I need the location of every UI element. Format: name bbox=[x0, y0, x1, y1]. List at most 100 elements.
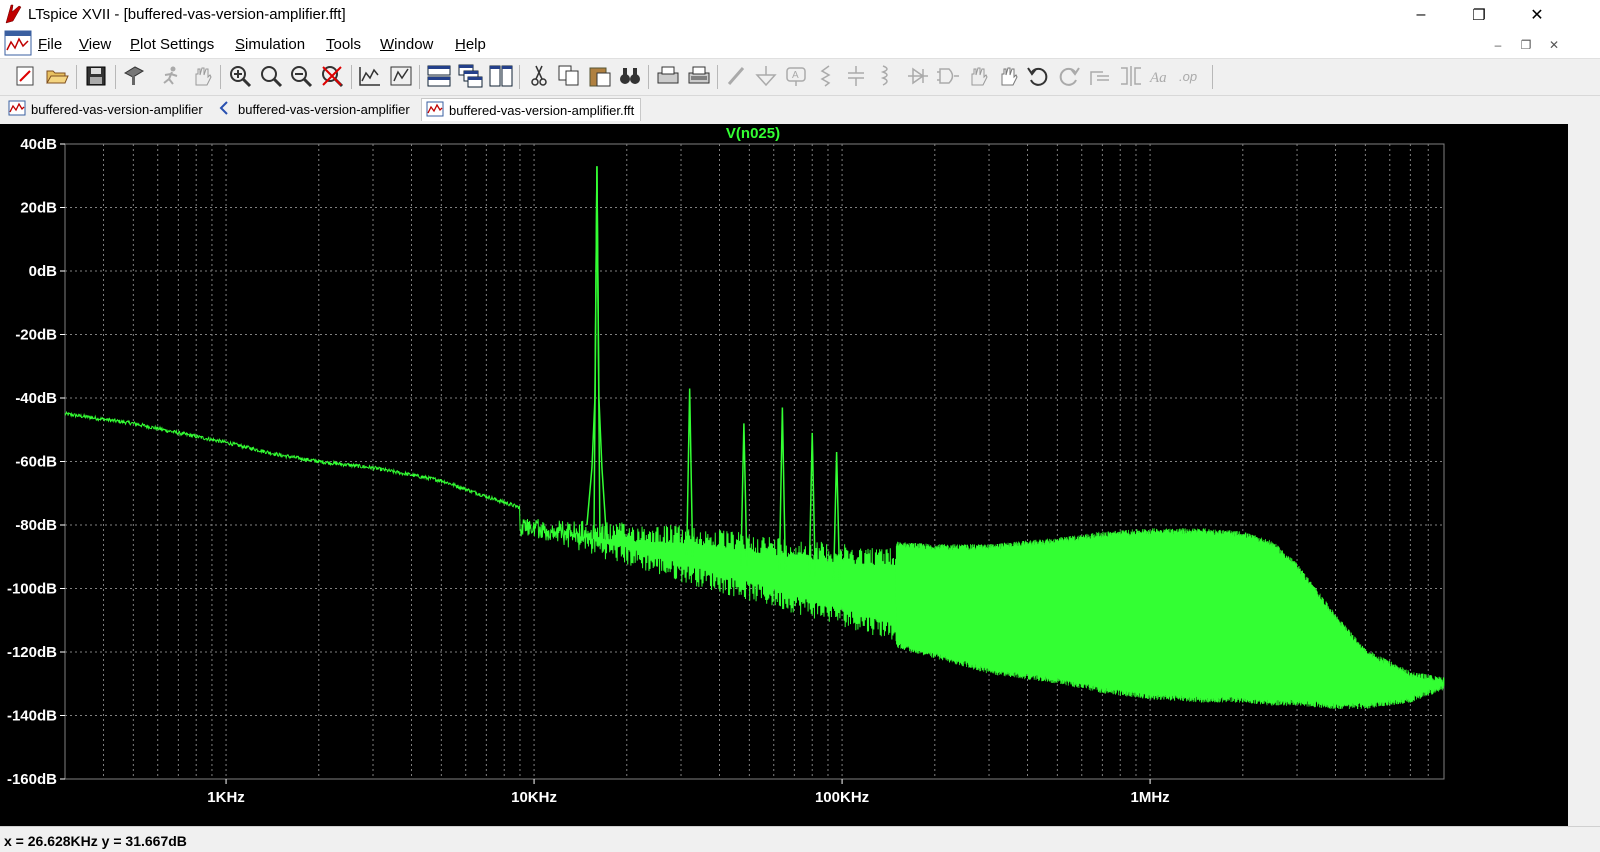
menu-help[interactable]: Help bbox=[455, 36, 486, 53]
component-button[interactable] bbox=[935, 63, 961, 89]
control-panel-icon bbox=[123, 66, 145, 85]
tab-waveform[interactable]: buffered-vas-version-amplifier bbox=[4, 98, 209, 120]
document-waveform-icon[interactable] bbox=[4, 30, 32, 61]
ground-button[interactable] bbox=[753, 63, 779, 89]
zoom-in-button[interactable] bbox=[227, 63, 253, 89]
capacitor-button[interactable] bbox=[843, 63, 869, 89]
spice-directive-icon: .op bbox=[1179, 69, 1197, 84]
tab-label: buffered-vas-version-amplifier.fft bbox=[449, 102, 635, 118]
redo-button[interactable] bbox=[1056, 63, 1082, 89]
drag-button[interactable] bbox=[995, 63, 1021, 89]
drag-icon bbox=[1001, 67, 1018, 86]
plot-settings-button[interactable] bbox=[388, 63, 414, 89]
y-tick-label: -60dB bbox=[15, 454, 57, 471]
status-bar: x = 26.628KHz y = 31.667dB bbox=[0, 826, 1600, 852]
label-net-button[interactable]: A bbox=[783, 63, 809, 89]
rotate-button[interactable] bbox=[1087, 63, 1113, 89]
tab-schematic[interactable]: buffered-vas-version-amplifier bbox=[213, 98, 416, 120]
menu-tools[interactable]: Tools bbox=[326, 36, 361, 53]
autorange-button[interactable] bbox=[357, 63, 383, 89]
print-icon bbox=[657, 66, 679, 84]
y-tick-label: -80dB bbox=[15, 517, 57, 534]
fft-chart[interactable]: V(n025) 40dB 20dB 0dB -20dB -40dB -60dB -80dB -… bbox=[0, 124, 1568, 826]
new-schematic-button[interactable] bbox=[13, 63, 39, 89]
plot-pane[interactable]: V(n025) 40dB 20dB 0dB -20dB -40dB -60dB -80dB -… bbox=[0, 124, 1568, 826]
y-tick-label: -140dB bbox=[7, 708, 57, 725]
save-button[interactable] bbox=[83, 63, 109, 89]
copy-button[interactable] bbox=[556, 63, 582, 89]
menu-plot-settings[interactable]: Plot Settings bbox=[130, 36, 214, 53]
resistor-icon bbox=[820, 65, 831, 87]
zoom-out-button[interactable] bbox=[288, 63, 314, 89]
toolbar: A Aa .op bbox=[0, 59, 1600, 96]
tab-label: buffered-vas-version-amplifier bbox=[238, 101, 410, 117]
undo-button[interactable] bbox=[1025, 63, 1051, 89]
open-button[interactable] bbox=[44, 63, 70, 89]
y-tick-label: 0dB bbox=[29, 263, 58, 280]
menu-file[interactable]: File bbox=[38, 36, 62, 53]
plot-side-margin bbox=[1568, 124, 1600, 826]
y-tick-label: -120dB bbox=[7, 644, 57, 661]
trace-v-n025 bbox=[64, 166, 1445, 710]
print-preview-button[interactable] bbox=[686, 63, 712, 89]
tile-vertical-button[interactable] bbox=[488, 63, 514, 89]
cascade-button[interactable] bbox=[457, 63, 483, 89]
close-icon: ✕ bbox=[1530, 7, 1544, 24]
halt-button[interactable] bbox=[189, 63, 215, 89]
undo-icon bbox=[1027, 67, 1048, 86]
x-tick-label: 1MHz bbox=[1130, 789, 1169, 806]
save-icon bbox=[86, 66, 106, 86]
spice-directive-button[interactable]: .op bbox=[1178, 63, 1204, 89]
diode-button[interactable] bbox=[905, 63, 931, 89]
minimize-button[interactable]: – bbox=[1398, 0, 1444, 30]
window-title: LTspice XVII - [buffered-vas-version-amp… bbox=[28, 6, 346, 23]
cursor-readout: x = 26.628KHz y = 31.667dB bbox=[4, 833, 187, 849]
paste-button[interactable] bbox=[587, 63, 613, 89]
close-button[interactable]: ✕ bbox=[1514, 0, 1560, 30]
menu-view[interactable]: View bbox=[79, 36, 111, 53]
restore-icon: ❐ bbox=[1472, 7, 1486, 24]
text-button[interactable]: Aa bbox=[1148, 63, 1174, 89]
harmonic-peak bbox=[740, 423, 748, 566]
mirror-button[interactable] bbox=[1118, 63, 1144, 89]
move-icon bbox=[971, 67, 988, 86]
mdi-close-button[interactable]: ✕ bbox=[1545, 38, 1563, 52]
zoom-cancel-icon bbox=[322, 66, 344, 88]
resistor-button[interactable] bbox=[813, 63, 839, 89]
trace-name[interactable]: V(n025) bbox=[726, 125, 780, 142]
redo-icon bbox=[1059, 67, 1080, 86]
zoom-area-icon bbox=[261, 66, 283, 88]
menu-simulation[interactable]: Simulation bbox=[235, 36, 305, 53]
x-tick-label: 100KHz bbox=[815, 789, 869, 806]
waveform-icon bbox=[426, 101, 444, 120]
control-panel-button[interactable] bbox=[121, 63, 147, 89]
tile-horizontal-button[interactable] bbox=[426, 63, 452, 89]
cut-button[interactable] bbox=[526, 63, 552, 89]
move-button[interactable] bbox=[965, 63, 991, 89]
rotate-icon bbox=[1090, 71, 1109, 85]
print-button[interactable] bbox=[655, 63, 681, 89]
waveform-icon bbox=[8, 100, 26, 119]
tab-fft[interactable]: buffered-vas-version-amplifier.fft bbox=[421, 98, 642, 121]
y-tick-label: -100dB bbox=[7, 581, 57, 598]
wire-button[interactable] bbox=[724, 63, 750, 89]
menu-window[interactable]: Window bbox=[380, 36, 433, 53]
harmonic-peak bbox=[778, 407, 787, 571]
cut-icon bbox=[531, 65, 547, 86]
new-schematic-icon bbox=[16, 66, 34, 86]
mdi-restore-button[interactable]: ❐ bbox=[1517, 38, 1535, 52]
find-button[interactable] bbox=[617, 63, 643, 89]
restore-button[interactable]: ❐ bbox=[1456, 0, 1502, 30]
zoom-out-icon bbox=[291, 66, 313, 88]
mdi-minimize-button[interactable]: – bbox=[1489, 38, 1507, 52]
inductor-button[interactable] bbox=[873, 63, 899, 89]
zoom-area-button[interactable] bbox=[258, 63, 284, 89]
zoom-cancel-button[interactable] bbox=[319, 63, 345, 89]
find-icon bbox=[620, 68, 640, 84]
open-icon bbox=[46, 70, 69, 84]
mirror-icon bbox=[1121, 66, 1141, 86]
component-icon bbox=[937, 68, 959, 84]
x-tick-label: 10KHz bbox=[511, 789, 557, 806]
run-button[interactable] bbox=[158, 63, 184, 89]
tab-label: buffered-vas-version-amplifier bbox=[31, 101, 203, 117]
